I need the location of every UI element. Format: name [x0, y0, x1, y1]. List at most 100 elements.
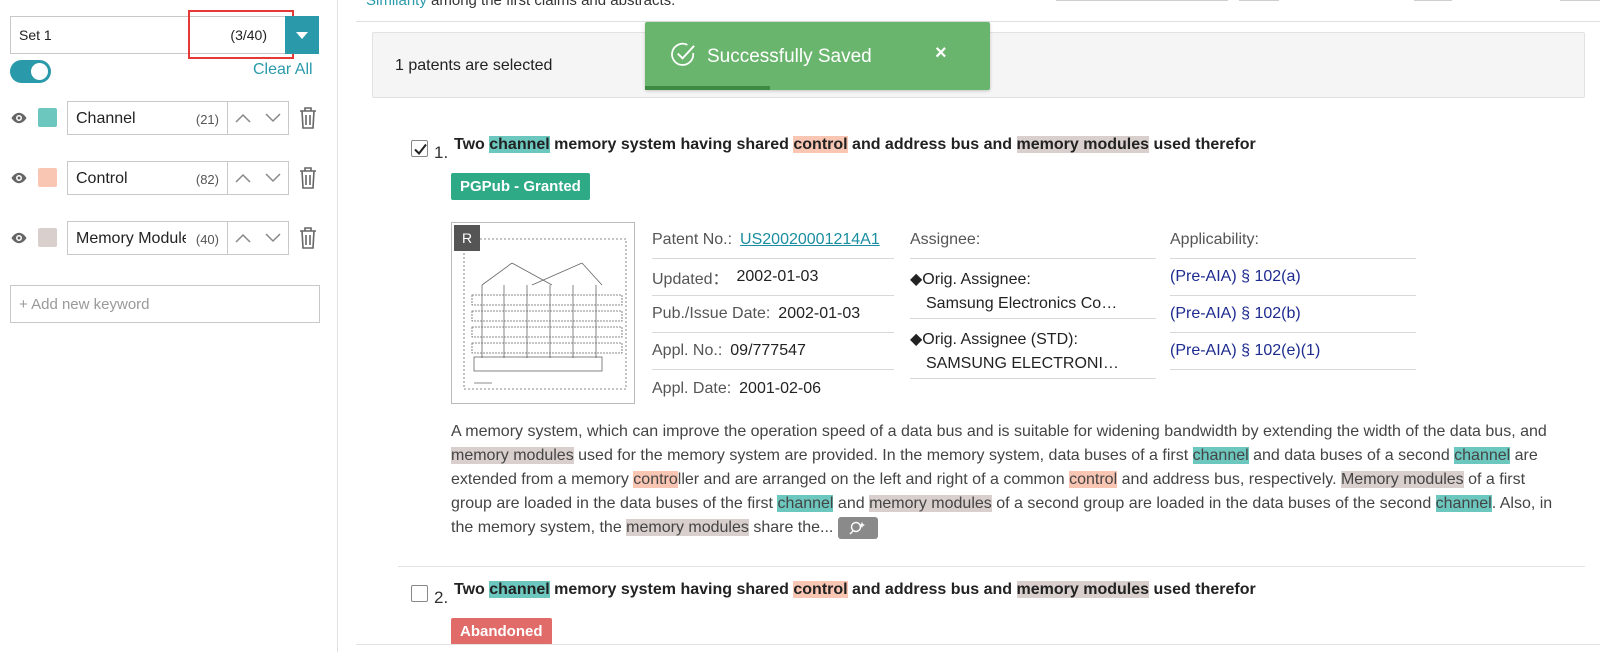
appl-date-value: 2001-02-06	[739, 379, 821, 397]
keyword-label: Memory Modules	[76, 230, 186, 247]
chevron-up-icon[interactable]	[228, 222, 258, 254]
title-text: memory system having shared	[549, 581, 794, 598]
abstract-text: and	[833, 495, 870, 512]
assignee-column: Assignee: ◆Orig. Assignee: Samsung Elect…	[910, 222, 1156, 379]
highlight-toggle[interactable]	[10, 60, 51, 83]
keyword-row-control: Control (82)	[10, 161, 320, 195]
orig-assignee-std-label: ◆Orig. Assignee (STD):	[910, 331, 1078, 348]
trash-icon[interactable]	[299, 107, 317, 129]
add-keyword-input[interactable]: + Add new keyword	[10, 285, 320, 323]
abstract-keyword: Memory modules	[1340, 471, 1464, 488]
abstract-text: used for the memory system are provided.…	[573, 447, 1193, 464]
keyword-label: Channel	[76, 110, 136, 127]
caret-down-icon	[296, 31, 308, 39]
toast-progress-bar	[645, 86, 770, 90]
chevron-down-icon[interactable]	[258, 222, 288, 254]
abstract-keyword: channel	[777, 495, 834, 512]
keyword-order-controls	[227, 221, 289, 255]
title-text: Two	[454, 581, 490, 598]
result-checkbox[interactable]	[411, 140, 428, 157]
keyword-order-controls	[227, 101, 289, 135]
clear-all-link[interactable]: Clear All	[253, 61, 313, 79]
pub-date-label: Pub./Issue Date:	[652, 305, 771, 322]
keyword-order-controls	[227, 161, 289, 195]
trash-icon[interactable]	[299, 167, 317, 189]
applicability-item[interactable]: (Pre-AIA) § 102(b)	[1170, 296, 1416, 333]
keyword-color-swatch[interactable]	[38, 228, 57, 247]
abstract-keyword: memory modules	[626, 519, 749, 536]
assignee-label: Assignee:	[910, 231, 981, 248]
appl-date-label: Appl. Date:	[652, 379, 732, 397]
title-keyword: channel	[489, 581, 550, 598]
chevron-up-icon[interactable]	[228, 162, 258, 194]
chevron-up-icon[interactable]	[228, 102, 258, 134]
keyword-row-memory-modules: Memory Modules (40)	[10, 221, 320, 255]
appl-no-row: Appl. No.: 09/777547	[652, 333, 894, 370]
applicability-item[interactable]: (Pre-AIA) § 102(a)	[1170, 259, 1416, 296]
orig-assignee-value: Samsung Electronics Co…	[910, 289, 1156, 319]
updated-label: Updated：	[652, 271, 729, 288]
eye-icon[interactable]	[10, 109, 28, 127]
keyword-count: (40)	[195, 232, 219, 247]
trash-icon[interactable]	[299, 227, 317, 249]
title-keyword: control	[793, 136, 848, 153]
sidebar: Set 1 (3/40) Clear All Channel (21) Cont…	[0, 0, 338, 652]
keyword-row-channel: Channel (21)	[10, 101, 320, 135]
appl-no-label: Appl. No.:	[652, 342, 723, 359]
appl-date-row: Appl. Date: 2001-02-06	[652, 370, 894, 407]
top-description: Similarity among the first claims and ab…	[366, 0, 675, 9]
title-text: used therefor	[1149, 581, 1256, 598]
count-highlight-box	[188, 10, 294, 59]
similarity-link[interactable]: Similarity	[366, 0, 427, 9]
title-keyword: memory modules	[1016, 581, 1150, 598]
keyword-color-swatch[interactable]	[38, 108, 57, 127]
keyword-label: Control	[76, 170, 128, 187]
eye-icon[interactable]	[10, 229, 28, 247]
updated-value: 2002-01-03	[736, 268, 819, 285]
result-title[interactable]: Two channel memory system having shared …	[454, 136, 1256, 154]
header-control-edge	[1560, 0, 1600, 1]
abstract-text: share the...	[748, 519, 834, 536]
header-control-edge	[1239, 0, 1279, 1]
result-abstract: A memory system, which can improve the o…	[451, 420, 1561, 540]
set-dropdown-button[interactable]	[285, 16, 319, 54]
keyword-field[interactable]: Memory Modules (40)	[67, 221, 227, 255]
abstract-text: ller and are arranged on the left and ri…	[677, 471, 1070, 488]
abstract-keyword: memory modules	[869, 495, 992, 512]
pub-date-row: Pub./Issue Date: 2002-01-03	[652, 296, 894, 333]
abstract-keyword: channel	[1435, 495, 1492, 512]
applicability-header: Applicability:	[1170, 222, 1416, 259]
keyword-field[interactable]: Channel (21)	[67, 101, 227, 135]
status-badge: Abandoned	[451, 618, 552, 645]
abstract-text: and address bus, respectively.	[1117, 471, 1341, 488]
abstract-keyword: contro	[633, 471, 678, 488]
expand-abstract-button[interactable]	[837, 516, 878, 539]
top-description-text: among the first claims and abstracts.	[426, 0, 676, 9]
result-number: 1.	[434, 143, 449, 162]
abstract-keyword: channel	[1192, 447, 1249, 464]
selection-count-text: 1 patents are selected	[395, 57, 553, 74]
keyword-color-swatch[interactable]	[38, 168, 57, 187]
result-checkbox[interactable]	[411, 585, 428, 602]
toast-message: Successfully Saved	[707, 46, 872, 67]
keyword-count: (82)	[195, 172, 219, 187]
abstract-keyword: memory modules	[451, 447, 574, 464]
patent-thumbnail[interactable]: R	[451, 222, 635, 404]
checkmark-icon	[414, 143, 427, 156]
title-text: Two	[454, 136, 490, 153]
keyword-field[interactable]: Control (82)	[67, 161, 227, 195]
title-text: and address bus and	[847, 581, 1017, 598]
chevron-down-icon[interactable]	[258, 162, 288, 194]
divider	[398, 566, 1585, 567]
title-text: used therefor	[1149, 136, 1256, 153]
eye-icon[interactable]	[10, 169, 28, 187]
applicability-item[interactable]: (Pre-AIA) § 102(e)(1)	[1170, 333, 1416, 370]
chevron-down-icon[interactable]	[258, 102, 288, 134]
patent-no-link[interactable]: US20020001214A1	[740, 231, 880, 249]
status-badge: PGPub - Granted	[451, 173, 590, 200]
result-title[interactable]: Two channel memory system having shared …	[454, 581, 1256, 599]
title-text: and address bus and	[847, 136, 1017, 153]
applicability-column: Applicability: (Pre-AIA) § 102(a) (Pre-A…	[1170, 222, 1416, 370]
close-icon[interactable]: ×	[935, 42, 947, 65]
toggle-knob	[31, 63, 48, 80]
